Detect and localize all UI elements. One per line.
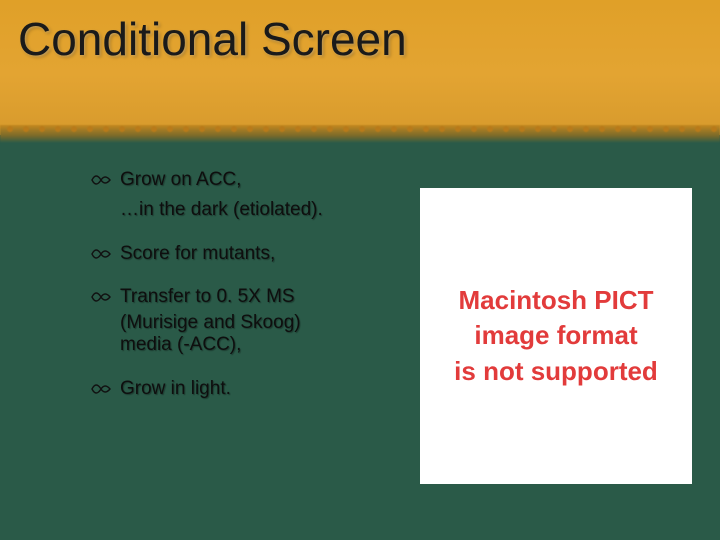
bullet-subline: media (-ACC), [90,333,400,357]
flourish-bullet-icon [90,287,112,307]
bullet-text: Transfer to 0. 5X MS [120,286,295,307]
placeholder-line: Macintosh PICT [454,283,658,318]
bullet-item: Grow on ACC, [90,168,400,192]
image-placeholder: Macintosh PICT image format is not suppo… [420,188,692,484]
bullet-text: Grow on ACC, [120,169,241,190]
placeholder-line: image format [454,318,658,353]
bullet-text: Score for mutants, [120,243,275,264]
bullet-continuation: …in the dark (etiolated). [90,198,400,222]
bullet-item: Grow in light. [90,377,400,401]
bullet-text: …in the dark (etiolated). [120,199,323,220]
flourish-bullet-icon [90,379,112,399]
slide-header: Conditional Screen [0,0,720,135]
placeholder-line: is not supported [454,354,658,389]
slide-title: Conditional Screen [18,12,720,66]
flourish-bullet-icon [90,170,112,190]
header-texture-edge [0,125,720,143]
bullet-item: Score for mutants, [90,242,400,266]
placeholder-message: Macintosh PICT image format is not suppo… [454,283,658,388]
bullet-item: Transfer to 0. 5X MS [90,285,400,309]
flourish-bullet-icon [90,244,112,264]
bullet-subline: (Murisige and Skoog) [90,311,400,335]
bullet-text: Grow in light. [120,378,231,399]
bullet-list: Grow on ACC, …in the dark (etiolated). S… [90,168,400,400]
